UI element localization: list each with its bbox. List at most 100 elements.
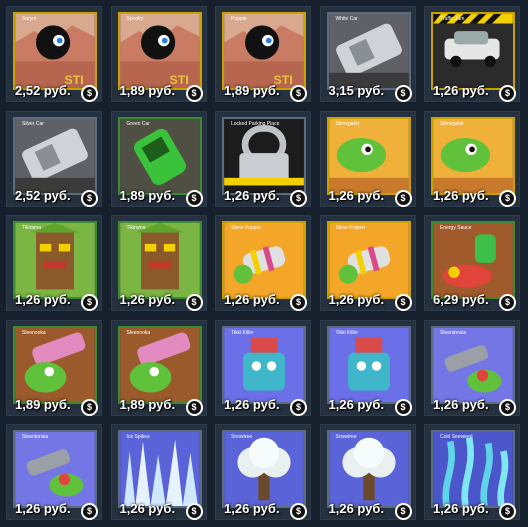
inventory-item[interactable]: STI Sorym 2,52 руб. $ xyxy=(6,6,102,102)
item-price: 1,26 руб. xyxy=(328,187,385,203)
item-name: Spooky xyxy=(126,16,144,22)
item-name: Traffic Jam xyxy=(440,16,465,22)
item-price: 1,26 руб. xyxy=(433,83,489,98)
item-price: 1,26 руб. xyxy=(224,187,280,203)
item-price: 1,26 руб. xyxy=(433,501,489,516)
inventory-item[interactable]: Tikirama 1,26 руб. $ xyxy=(110,215,207,311)
item-price: 1,26 руб. xyxy=(328,501,385,516)
inventory-item[interactable]: White Car 3,15 руб. $ xyxy=(319,6,416,102)
item-art: Snowtree xyxy=(222,430,306,508)
item-price: 1,26 руб. xyxy=(224,292,280,307)
steam-currency-icon: $ xyxy=(290,398,307,416)
inventory-item[interactable]: Tikirama 1,26 руб. $ xyxy=(6,215,102,311)
steam-currency-icon: $ xyxy=(394,503,412,520)
item-art: Slimegator xyxy=(431,116,515,195)
item-price: 1,26 руб. xyxy=(15,501,71,516)
item-art: Tikki Killer xyxy=(326,325,411,404)
inventory-item[interactable]: Slimegator 1,26 руб. $ xyxy=(319,110,416,207)
item-price: 1,26 руб. xyxy=(119,292,176,307)
item-name: Sleenooka xyxy=(22,329,46,336)
item-art: Slime Popper xyxy=(326,221,411,299)
item-art: Snowtree xyxy=(326,430,411,508)
steam-currency-icon: $ xyxy=(81,398,98,416)
inventory-item[interactable]: Cold Seeweed 1,26 руб. $ xyxy=(424,424,520,520)
item-name: Sleenooka xyxy=(126,329,151,336)
item-art: STI Poppie xyxy=(222,12,306,90)
inventory-item[interactable]: STI Spooky 1,89 руб. $ xyxy=(110,6,207,102)
item-name: Sorym xyxy=(22,16,37,22)
item-price: 1,26 руб. xyxy=(224,396,280,412)
item-name: Locked Parking Place xyxy=(231,120,280,127)
item-art: Energy Sauce xyxy=(431,221,515,299)
inventory-item[interactable]: Locked Parking Place 1,26 руб. $ xyxy=(215,110,311,207)
steam-currency-icon: $ xyxy=(499,294,516,311)
inventory-item[interactable]: Ice Spikes 1,26 руб. $ xyxy=(110,424,207,520)
inventory-item[interactable]: STI Poppie 1,89 руб. $ xyxy=(215,6,311,102)
steam-currency-icon: $ xyxy=(185,398,203,416)
inventory-item[interactable]: Green Car 1,89 руб. $ xyxy=(110,110,207,207)
steam-currency-icon: $ xyxy=(499,398,516,416)
item-name: Sleentonsia xyxy=(22,434,49,440)
item-price: 6,29 руб. xyxy=(433,292,489,307)
item-art: Traffic Jam xyxy=(431,12,515,90)
inventory-item[interactable]: Traffic Jam 1,26 руб. $ xyxy=(424,6,520,102)
item-name: Slimegator xyxy=(440,120,464,127)
steam-currency-icon: $ xyxy=(499,85,516,102)
item-name: White Car xyxy=(335,16,358,22)
item-price: 1,26 руб. xyxy=(224,501,280,516)
item-art: Locked Parking Place xyxy=(222,116,306,195)
steam-currency-icon: $ xyxy=(81,503,98,520)
steam-currency-icon: $ xyxy=(185,294,203,311)
item-art: Tikirama xyxy=(117,221,202,299)
steam-currency-icon: $ xyxy=(81,189,98,207)
inventory-item[interactable]: Sleenooka 1,89 руб. $ xyxy=(6,319,102,416)
item-art: Cold Seeweed xyxy=(431,430,515,508)
item-price: 1,89 руб. xyxy=(119,187,176,203)
item-name: Tikirama xyxy=(126,225,146,231)
inventory-item[interactable]: Slime Popper 1,26 руб. $ xyxy=(215,215,311,311)
inventory-item[interactable]: Tikki Killer 1,26 руб. $ xyxy=(319,319,416,416)
item-price: 1,26 руб. xyxy=(433,396,489,412)
item-price: 1,89 руб. xyxy=(119,396,176,412)
item-price: 1,26 руб. xyxy=(433,187,489,203)
item-price: 2,52 руб. xyxy=(15,83,71,98)
steam-currency-icon: $ xyxy=(394,189,412,207)
item-art: Ice Spikes xyxy=(117,430,202,508)
item-art: STI Spooky xyxy=(117,12,202,90)
item-name: Silver Car xyxy=(22,120,44,127)
item-price: 1,89 руб. xyxy=(119,83,176,98)
steam-currency-icon: $ xyxy=(394,294,412,311)
steam-currency-icon: $ xyxy=(185,85,203,102)
inventory-grid: STI Sorym 2,52 руб. $ STI Spooky 1,89 руб. $ STI… xyxy=(0,0,528,527)
inventory-item[interactable]: Silver Car 2,52 руб. $ xyxy=(6,110,102,207)
inventory-item[interactable]: Tikki Killer 1,26 руб. $ xyxy=(215,319,311,416)
item-price: 2,52 руб. xyxy=(15,187,71,203)
item-name: Tikirama xyxy=(22,225,41,231)
item-art: Tikirama xyxy=(13,221,97,299)
steam-currency-icon: $ xyxy=(81,85,98,102)
item-name: Sleentonsia xyxy=(440,329,467,336)
steam-currency-icon: $ xyxy=(499,189,516,207)
steam-currency-icon: $ xyxy=(290,189,307,207)
inventory-item[interactable]: Slimegator 1,26 руб. $ xyxy=(424,110,520,207)
inventory-item[interactable]: Snowtree 1,26 руб. $ xyxy=(215,424,311,520)
item-name: Tikki Killer xyxy=(231,329,254,336)
item-art: Slimegator xyxy=(326,116,411,195)
inventory-item[interactable]: Sleenooka 1,89 руб. $ xyxy=(110,319,207,416)
item-price: 1,26 руб. xyxy=(119,501,176,516)
inventory-item[interactable]: Slime Popper 1,26 руб. $ xyxy=(319,215,416,311)
item-name: Cold Seeweed xyxy=(440,434,473,440)
item-name: Slimegator xyxy=(335,120,360,127)
steam-currency-icon: $ xyxy=(394,85,412,102)
inventory-item[interactable]: Sleentonsia 1,26 руб. $ xyxy=(424,319,520,416)
steam-currency-icon: $ xyxy=(81,294,98,311)
item-price: 1,26 руб. xyxy=(15,292,71,307)
item-name: Snowtree xyxy=(335,434,357,440)
item-name: Ice Spikes xyxy=(126,434,150,440)
inventory-item[interactable]: Energy Sauce 6,29 руб. $ xyxy=(424,215,520,311)
item-name: Slime Popper xyxy=(335,225,366,231)
steam-currency-icon: $ xyxy=(185,189,203,207)
inventory-item[interactable]: Sleentonsia 1,26 руб. $ xyxy=(6,424,102,520)
inventory-item[interactable]: Snowtree 1,26 руб. $ xyxy=(319,424,416,520)
item-price: 3,15 руб. xyxy=(328,83,385,98)
